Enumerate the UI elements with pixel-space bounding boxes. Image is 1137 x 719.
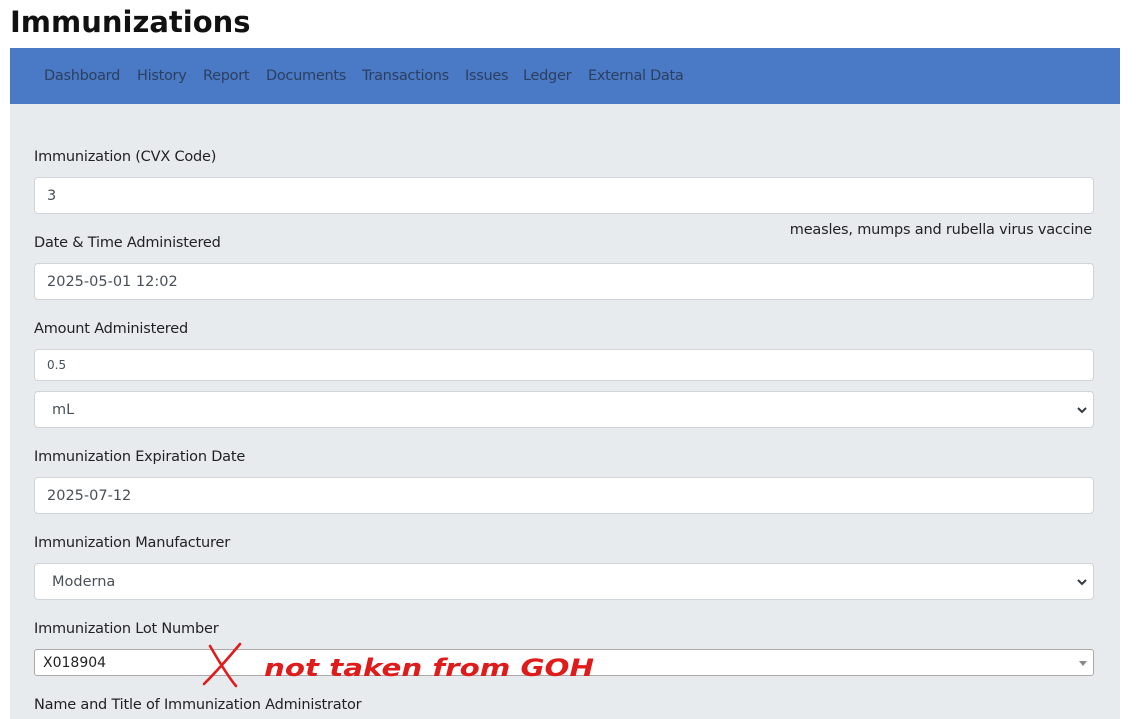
amount-unit-value: mL bbox=[52, 401, 75, 418]
nav-issues[interactable]: Issues bbox=[465, 67, 509, 85]
cvx-description: measles, mumps and rubella virus vaccine bbox=[789, 222, 1092, 238]
administrator-label: Name and Title of Immunization Administr… bbox=[34, 697, 362, 713]
handwritten-annotation: not taken from GOH bbox=[202, 642, 594, 688]
nav-report[interactable]: Report bbox=[203, 67, 250, 85]
nav-history[interactable]: History bbox=[137, 67, 187, 85]
manufacturer-value: Moderna bbox=[52, 573, 116, 590]
nav-transactions[interactable]: Transactions bbox=[362, 67, 449, 85]
cvx-code-input[interactable]: 3 bbox=[34, 177, 1094, 214]
amount-administered-label: Amount Administered bbox=[34, 321, 188, 337]
amount-administered-value: 0.5 bbox=[47, 358, 67, 372]
cvx-code-value: 3 bbox=[47, 187, 57, 204]
cvx-code-label: Immunization (CVX Code) bbox=[34, 149, 217, 165]
expiration-date-label: Immunization Expiration Date bbox=[34, 449, 246, 465]
caret-down-icon bbox=[1079, 660, 1087, 666]
date-administered-input[interactable]: 2025-05-01 12:02 bbox=[34, 263, 1094, 300]
date-administered-label: Date & Time Administered bbox=[34, 235, 221, 251]
nav-ledger[interactable]: Ledger bbox=[523, 67, 572, 85]
expiration-date-input[interactable]: 2025-07-12 bbox=[34, 477, 1094, 514]
manufacturer-select[interactable]: Moderna bbox=[34, 563, 1094, 600]
date-administered-value: 2025-05-01 12:02 bbox=[47, 273, 178, 290]
expiration-date-value: 2025-07-12 bbox=[47, 487, 132, 504]
amount-unit-select[interactable]: mL bbox=[34, 391, 1094, 428]
lot-number-label: Immunization Lot Number bbox=[34, 621, 219, 637]
chevron-down-icon bbox=[1077, 578, 1087, 585]
nav-documents[interactable]: Documents bbox=[266, 67, 346, 85]
page-title: Immunizations bbox=[10, 5, 251, 39]
chevron-down-icon bbox=[1077, 406, 1087, 413]
lot-number-value: X018904 bbox=[43, 654, 107, 671]
nav-dashboard[interactable]: Dashboard bbox=[44, 67, 120, 85]
annotation-text: not taken from GOH bbox=[264, 654, 594, 682]
manufacturer-label: Immunization Manufacturer bbox=[34, 535, 230, 551]
main-navbar: Dashboard History Report Documents Trans… bbox=[10, 48, 1120, 104]
amount-administered-input[interactable]: 0.5 bbox=[34, 349, 1094, 381]
nav-external-data[interactable]: External Data bbox=[588, 67, 684, 85]
